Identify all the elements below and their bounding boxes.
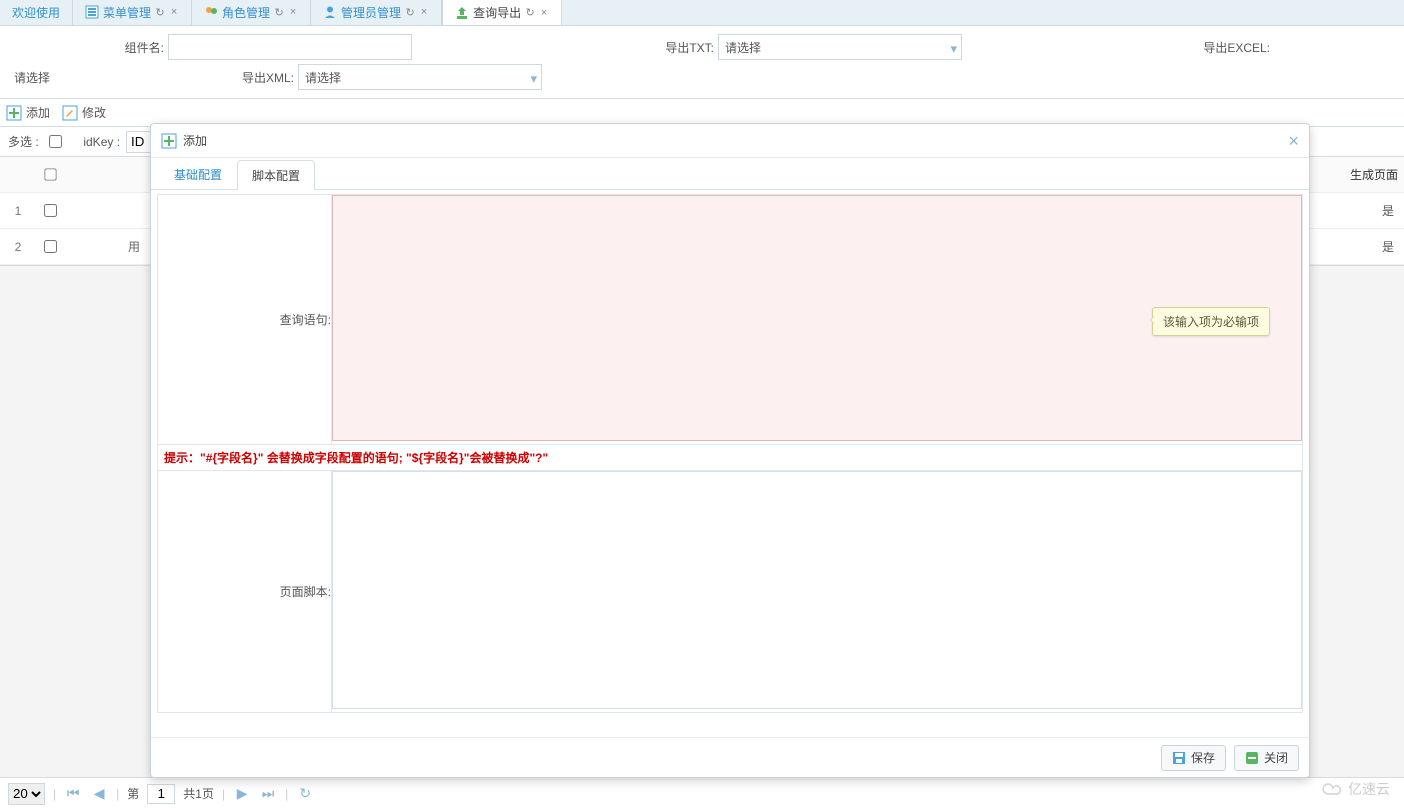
script-textarea[interactable] [332, 471, 1302, 709]
dialog-body: 查询语句: 提示："#{字段名}" 会替换成字段配置的语句; "${字段名}"会… [151, 190, 1309, 737]
close-icon [1245, 751, 1259, 765]
form-table: 查询语句: 提示："#{字段名}" 会替换成字段配置的语句; "${字段名}"会… [157, 194, 1303, 713]
tab-basic-label: 基础配置 [174, 166, 222, 183]
dialog-title: 添加 [183, 132, 207, 149]
dialog-close-button[interactable]: × [1288, 132, 1299, 150]
close-button[interactable]: 关闭 [1234, 745, 1299, 771]
dialog-icon [161, 133, 177, 149]
dialog-header: 添加 × [151, 124, 1309, 158]
sql-label: 查询语句: [158, 195, 332, 445]
script-label: 页面脚本: [158, 471, 332, 713]
watermark: 亿速云 [1322, 779, 1390, 799]
tab-basic-config[interactable]: 基础配置 [159, 159, 237, 189]
tab-script-config[interactable]: 脚本配置 [237, 160, 315, 190]
add-dialog: 添加 × 基础配置 脚本配置 查询语句: 提示："#{字段名}" 会替换成字段配… [150, 123, 1310, 778]
validation-tooltip: 该输入项为必输项 [1152, 307, 1270, 336]
close-label: 关闭 [1264, 749, 1288, 766]
dialog-tabs: 基础配置 脚本配置 [151, 158, 1309, 190]
save-button[interactable]: 保存 [1161, 745, 1226, 771]
dialog-footer: 保存 关闭 [151, 737, 1309, 777]
tab-script-label: 脚本配置 [252, 167, 300, 184]
tooltip-text: 该输入项为必输项 [1163, 315, 1259, 329]
sql-hint: 提示："#{字段名}" 会替换成字段配置的语句; "${字段名}"会被替换成"?… [158, 445, 1302, 470]
save-icon [1172, 751, 1186, 765]
save-label: 保存 [1191, 749, 1215, 766]
watermark-text: 亿速云 [1348, 779, 1390, 799]
